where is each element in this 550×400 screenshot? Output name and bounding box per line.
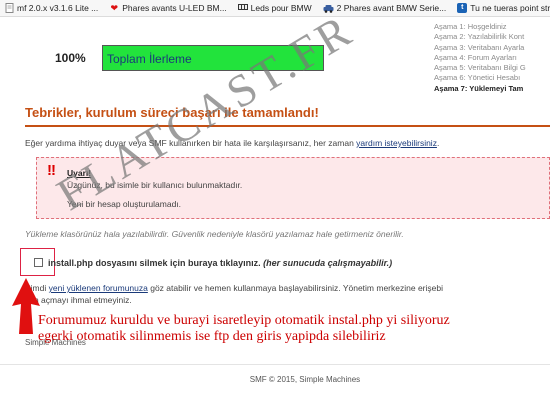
- annotation-line2: egerki otomatik silinmemis ise ftp den g…: [38, 329, 386, 344]
- footer: SMF © 2015, Simple Machines: [0, 375, 550, 384]
- annotation-text: Forumumuz kuruldu ve burayi isaretleyip …: [38, 313, 450, 345]
- annotation-line1: Forumumuz kuruldu ve burayi isaretleyip …: [38, 313, 450, 328]
- footer-copyright: SMF © 2015, Simple Machines: [249, 375, 361, 384]
- footer-divider: [0, 364, 550, 365]
